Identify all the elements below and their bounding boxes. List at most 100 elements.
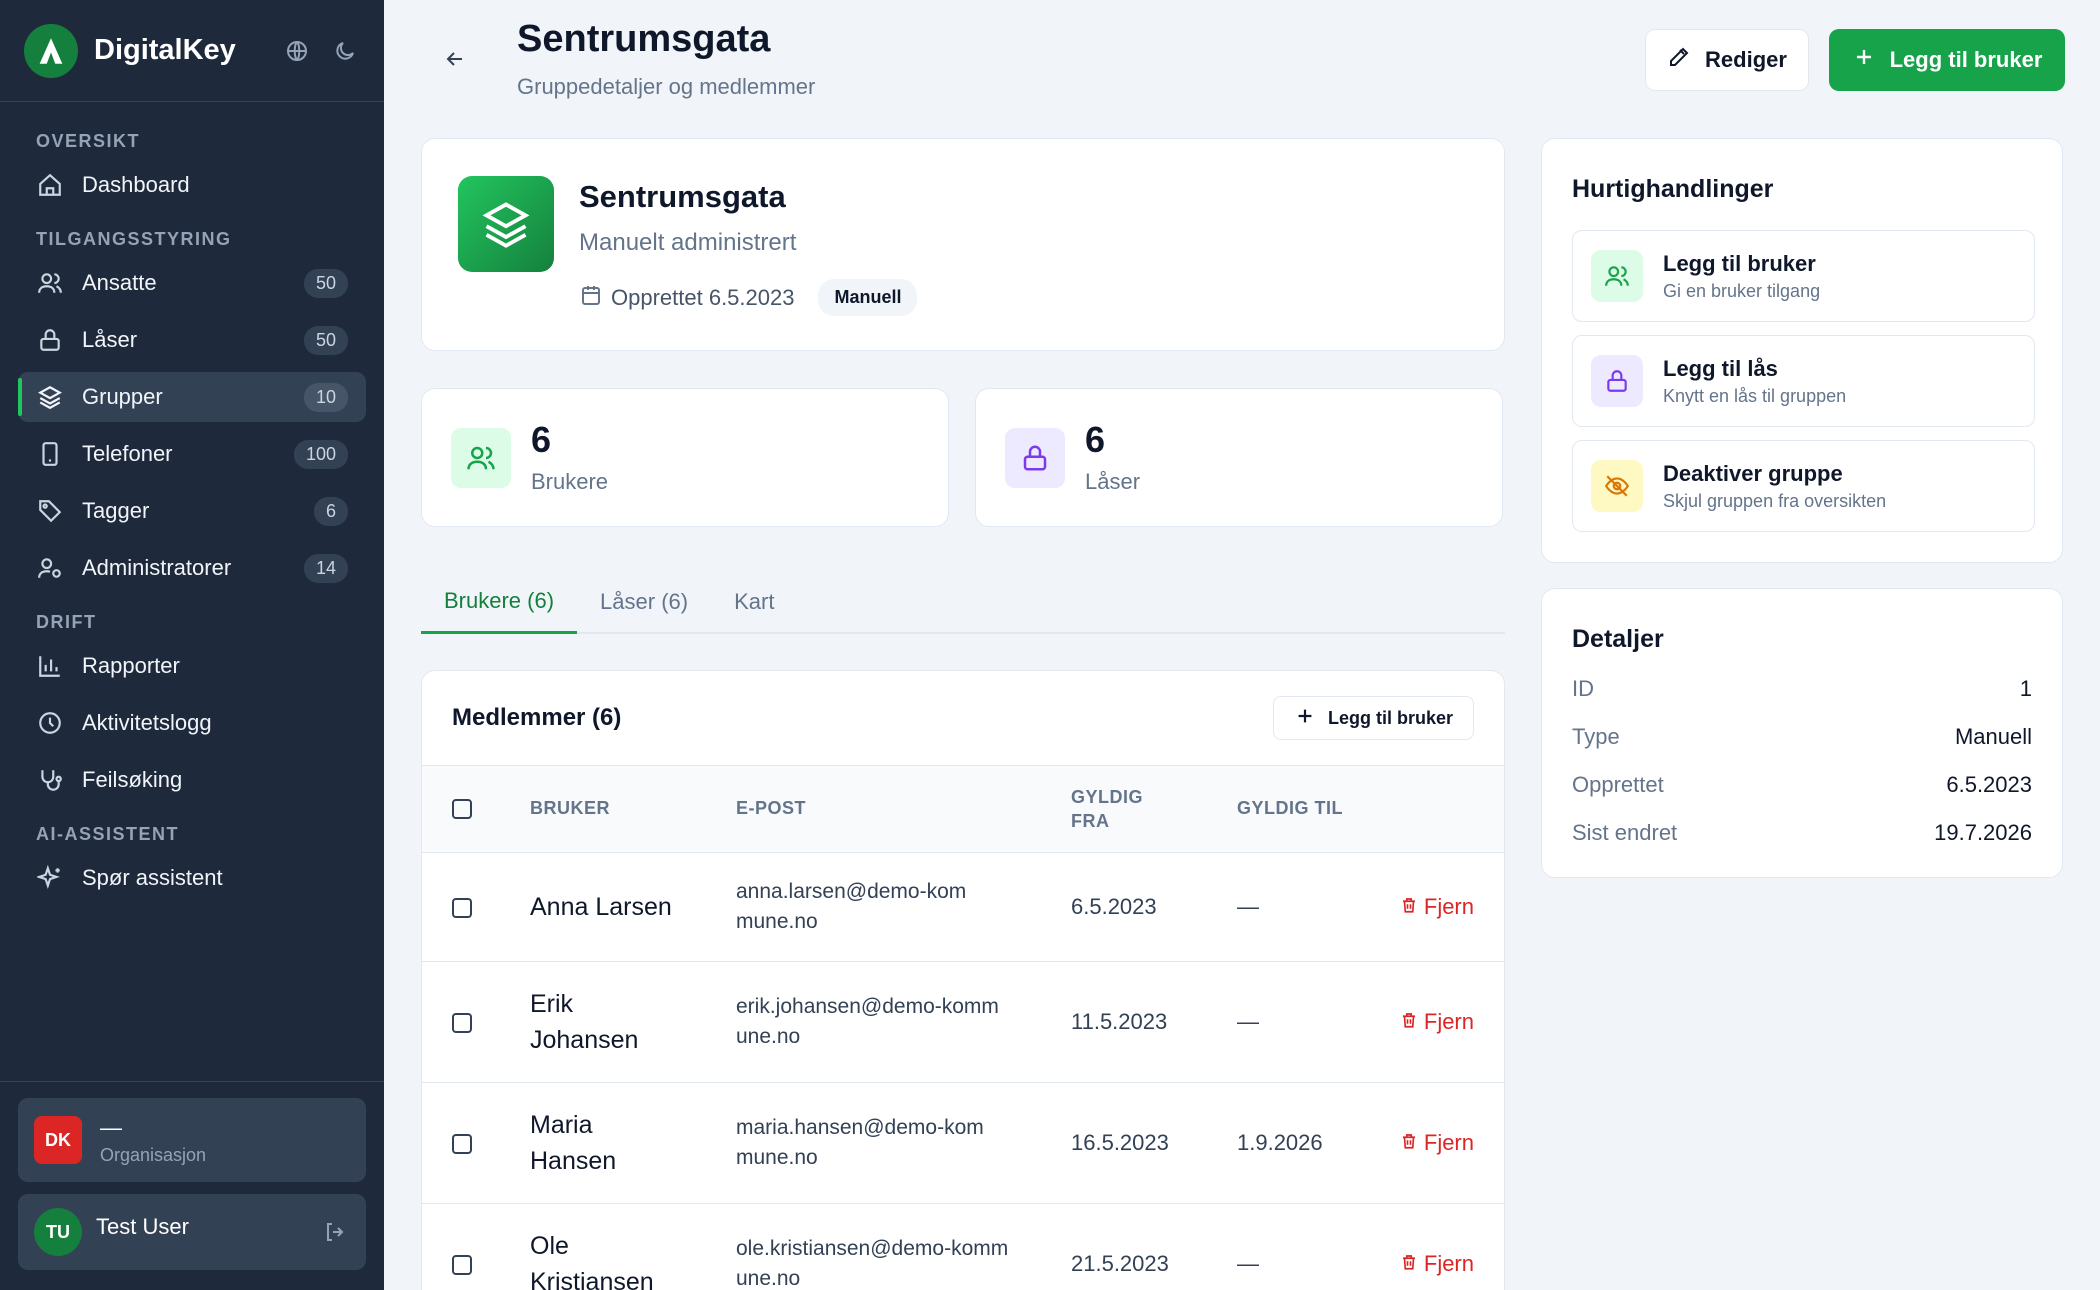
- sidebar-item-telefoner[interactable]: Telefoner 100: [18, 429, 366, 479]
- row-checkbox[interactable]: [452, 897, 472, 918]
- edit-button[interactable]: Rediger: [1645, 29, 1809, 91]
- logout-icon[interactable]: [320, 1217, 350, 1247]
- stethoscope-icon: [36, 766, 64, 794]
- lock-icon: [1591, 355, 1643, 407]
- quick-action-subtitle: Skjul gruppen fra oversikten: [1663, 490, 1887, 511]
- avatar: TU: [34, 1208, 82, 1256]
- column-header-user[interactable]: BRUKER: [530, 766, 736, 853]
- member-email: erik.johansen@demo-kommune.no: [736, 961, 1071, 1083]
- sidebar-item-administratorer[interactable]: Administratorer 14: [18, 543, 366, 593]
- row-checkbox[interactable]: [452, 1012, 472, 1033]
- member-valid-from: 6.5.2023: [1071, 852, 1237, 962]
- page-title: Sentrumsgata: [517, 18, 771, 60]
- group-summary-card: Sentrumsgata Manuelt administrert Oppret…: [421, 138, 1505, 351]
- member-valid-to: 1.9.2026: [1237, 1082, 1377, 1204]
- member-email: ole.kristiansen@demo-kommune.no: [736, 1203, 1071, 1290]
- home-icon: [36, 171, 64, 199]
- member-name[interactable]: Ole Kristiansen: [530, 1203, 736, 1290]
- table-row: Erik Johansen erik.johansen@demo-kommune…: [422, 961, 1504, 1083]
- sidebar-item-ansatte[interactable]: Ansatte 50: [18, 258, 366, 308]
- column-header-valid-to[interactable]: GYLDIG TIL: [1237, 766, 1377, 853]
- tab-bar: Brukere (6) Låser (6) Kart: [421, 570, 1505, 634]
- add-user-button[interactable]: Legg til bruker: [1829, 29, 2065, 91]
- detail-value: 6.5.2023: [1946, 772, 2032, 797]
- layers-icon: [458, 176, 554, 272]
- tab-laser[interactable]: Låser (6): [577, 570, 711, 634]
- sidebar-item-feilsoking[interactable]: Feilsøking: [18, 755, 366, 805]
- sparkles-icon: [36, 864, 64, 892]
- locks-label: Låser: [1085, 469, 1141, 494]
- row-checkbox[interactable]: [452, 1133, 472, 1154]
- users-icon: [451, 428, 511, 488]
- detail-value: Manuell: [1954, 724, 2032, 749]
- quick-action-add-lock[interactable]: Legg til lås Knytt en lås til gruppen: [1572, 335, 2035, 427]
- sidebar-item-tagger[interactable]: Tagger 6: [18, 486, 366, 536]
- sidebar-item-label: Rapporter: [82, 653, 180, 678]
- trash-icon: [1400, 1009, 1418, 1035]
- table-row: Anna Larsen anna.larsen@demo-kommune.no …: [422, 852, 1504, 962]
- users-stat-card: 6 Brukere: [421, 388, 949, 527]
- sidebar-item-label: Tagger: [82, 498, 150, 523]
- remove-button[interactable]: Fjern: [1400, 1130, 1474, 1156]
- sidebar-item-laser[interactable]: Låser 50: [18, 315, 366, 365]
- member-name[interactable]: Erik Johansen: [530, 961, 736, 1083]
- quick-action-add-user[interactable]: Legg til bruker Gi en bruker tilgang: [1572, 230, 2035, 322]
- row-checkbox[interactable]: [452, 1254, 472, 1275]
- back-arrow-icon[interactable]: [440, 44, 470, 74]
- tab-kart[interactable]: Kart: [711, 570, 797, 634]
- user-cog-icon: [36, 554, 64, 582]
- sidebar-item-rapporter[interactable]: Rapporter: [18, 641, 366, 691]
- member-name[interactable]: Maria Hansen: [530, 1082, 736, 1204]
- tab-brukere[interactable]: Brukere (6): [421, 570, 578, 634]
- member-valid-from: 11.5.2023: [1071, 961, 1237, 1083]
- org-switcher[interactable]: DK — Organisasjon: [18, 1098, 366, 1182]
- add-member-button[interactable]: Legg til bruker: [1272, 696, 1474, 740]
- phone-icon: [36, 440, 64, 468]
- user-name: Test User: [96, 1214, 189, 1239]
- add-user-label: Legg til bruker: [1889, 47, 2043, 72]
- users-icon: [36, 269, 64, 297]
- member-valid-to: —: [1237, 961, 1377, 1083]
- select-all-checkbox[interactable]: [452, 799, 472, 820]
- detail-key: ID: [1572, 676, 1594, 701]
- column-header-valid-from[interactable]: GYLDIG FRA: [1071, 766, 1237, 853]
- bar-chart-icon: [36, 652, 64, 680]
- clock-icon: [36, 709, 64, 737]
- detail-row-id: ID 1: [1572, 676, 2032, 702]
- sidebar-item-label: Låser: [82, 327, 138, 352]
- sidebar-footer: DK — Organisasjon TU Test User: [0, 1081, 384, 1290]
- nav-section-title: OVERSIKT: [36, 131, 141, 151]
- brand: DigitalKey: [0, 0, 384, 102]
- org-label: Organisasjon: [100, 1144, 207, 1165]
- count-badge: 6: [313, 496, 348, 526]
- sidebar-item-label: Dashboard: [82, 172, 190, 197]
- quick-action-title: Legg til bruker: [1663, 250, 1816, 276]
- sidebar-item-grupper[interactable]: Grupper 10: [18, 372, 366, 422]
- locks-stat-card: 6 Låser: [975, 388, 1503, 527]
- remove-button[interactable]: Fjern: [1400, 1009, 1474, 1035]
- detail-row-created: Opprettet 6.5.2023: [1572, 772, 2032, 798]
- member-name[interactable]: Anna Larsen: [530, 852, 736, 962]
- remove-button[interactable]: Fjern: [1400, 1251, 1474, 1277]
- detail-key: Opprettet: [1572, 772, 1664, 797]
- page-header: Sentrumsgata Gruppedetaljer og medlemmer…: [384, 0, 2100, 120]
- trash-icon: [1400, 1130, 1418, 1156]
- quick-action-title: Legg til lås: [1663, 355, 1778, 381]
- moon-icon[interactable]: [330, 36, 360, 66]
- sidebar-item-aktivitetslogg[interactable]: Aktivitetslogg: [18, 698, 366, 748]
- detail-value: 19.7.2026: [1934, 820, 2032, 845]
- tag-icon: [36, 497, 64, 525]
- quick-action-deactivate-group[interactable]: Deaktiver gruppe Skjul gruppen fra overs…: [1572, 440, 2035, 532]
- sidebar-item-spor-assistent[interactable]: Spør assistent: [18, 853, 366, 903]
- sidebar-item-label: Administratorer: [82, 555, 232, 580]
- column-header-email[interactable]: E-POST: [736, 766, 1071, 853]
- sidebar-item-label: Grupper: [82, 384, 163, 409]
- remove-button[interactable]: Fjern: [1400, 894, 1474, 920]
- detail-row-last-modified: Sist endret 19.7.2026: [1572, 820, 2032, 846]
- globe-icon[interactable]: [282, 36, 312, 66]
- count-badge: 10: [303, 382, 348, 412]
- users-icon: [1591, 250, 1643, 302]
- detail-value: 1: [2019, 676, 2032, 701]
- sidebar-item-label: Aktivitetslogg: [82, 710, 212, 735]
- sidebar-item-dashboard[interactable]: Dashboard: [18, 160, 366, 210]
